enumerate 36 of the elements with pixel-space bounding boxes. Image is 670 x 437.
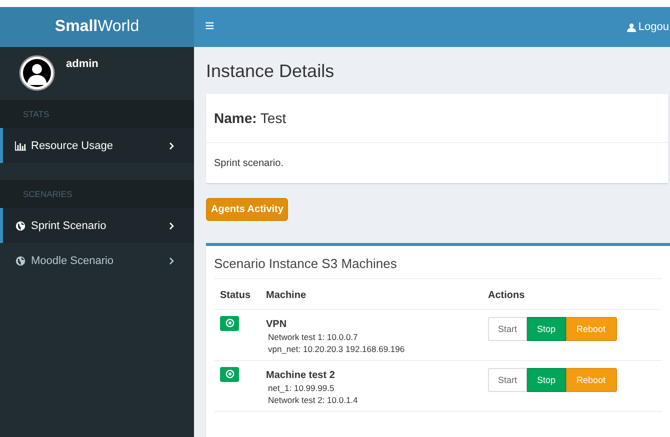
network-address: net_1: 10.99.99.5 <box>268 382 336 392</box>
agents-activity-button[interactable]: Agents Activity <box>206 198 288 221</box>
reboot-button[interactable]: Reboot <box>566 368 617 392</box>
globe-icon <box>15 256 26 266</box>
bar-chart-icon <box>15 140 26 150</box>
column-header: Status <box>220 290 251 302</box>
menu-icon[interactable]: ≡ <box>205 19 214 35</box>
network-address: Network test 2: 10.0.1.4 <box>268 394 359 404</box>
section-header: STATS <box>23 109 50 119</box>
start-button[interactable]: Start <box>488 368 528 392</box>
stop-button[interactable]: Stop <box>527 316 566 340</box>
machine-name: Machine test 2 <box>266 370 336 380</box>
machine-name: VPN <box>266 318 288 330</box>
logout-link[interactable]: Logou <box>627 21 669 33</box>
user-name: admin <box>66 58 98 70</box>
stop-button[interactable]: Stop <box>527 368 566 392</box>
network-address: vpn_net: 10.20.20.3 192.168.69.196 <box>268 344 406 354</box>
sidebar-item[interactable]: Sprint Scenario <box>0 208 194 243</box>
column-header: Actions <box>488 290 525 302</box>
instance-name: Name: Test <box>214 110 286 126</box>
start-button[interactable]: Start <box>488 316 528 340</box>
page-title: Instance Details <box>206 60 336 83</box>
sidebar-item[interactable]: Resource Usage <box>0 128 194 163</box>
reboot-button[interactable]: Reboot <box>566 316 617 340</box>
chevron-icon <box>169 256 174 264</box>
column-header: Machine <box>266 290 306 302</box>
chevron-icon <box>169 222 174 230</box>
network-address: Network test 1: 10.0.0.7 <box>268 332 359 342</box>
chevron-icon <box>169 142 174 150</box>
machines-title: Scenario Instance S3 Machines <box>214 246 662 279</box>
section-header: SCENARIES <box>23 189 72 199</box>
instance-description: Sprint scenario. <box>214 158 284 168</box>
logo[interactable]: SmallWorld <box>0 7 194 47</box>
globe-icon <box>15 220 26 230</box>
user-icon <box>627 22 636 32</box>
avatar-icon <box>19 55 55 91</box>
